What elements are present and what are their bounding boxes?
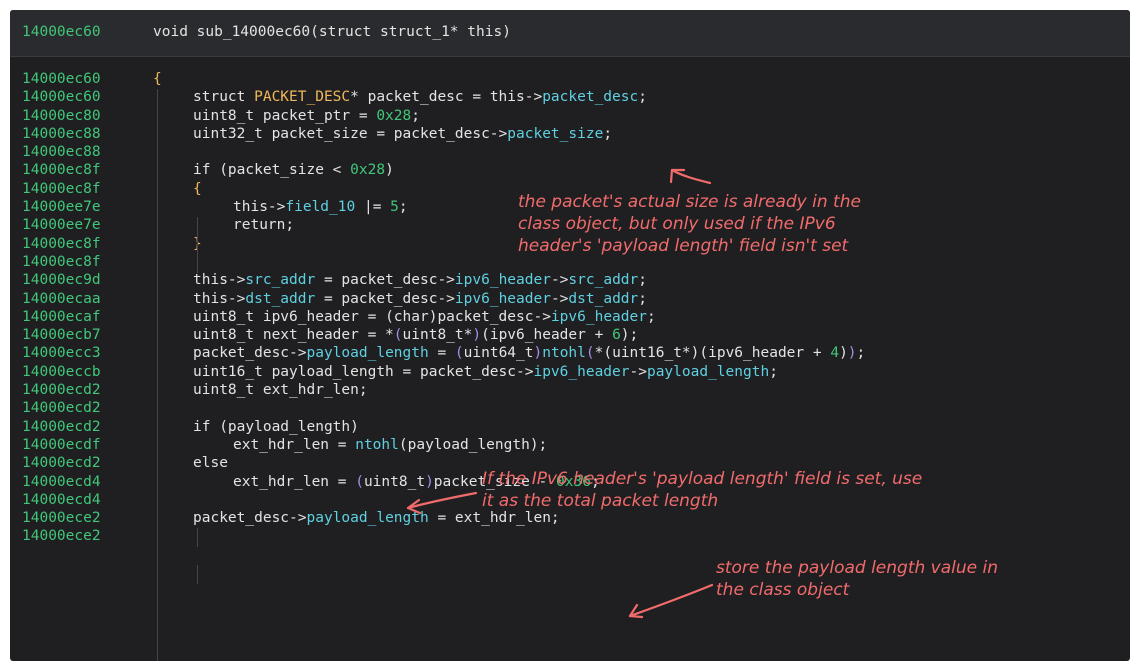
arrow-to-store-head [628,603,644,619]
arrow-to-packet-size [670,168,712,185]
annotation-arrows [406,168,714,619]
arrow-to-store [628,583,714,618]
decompiler-panel: 14000ec60 void sub_14000ec60(struct stru… [10,10,1130,661]
